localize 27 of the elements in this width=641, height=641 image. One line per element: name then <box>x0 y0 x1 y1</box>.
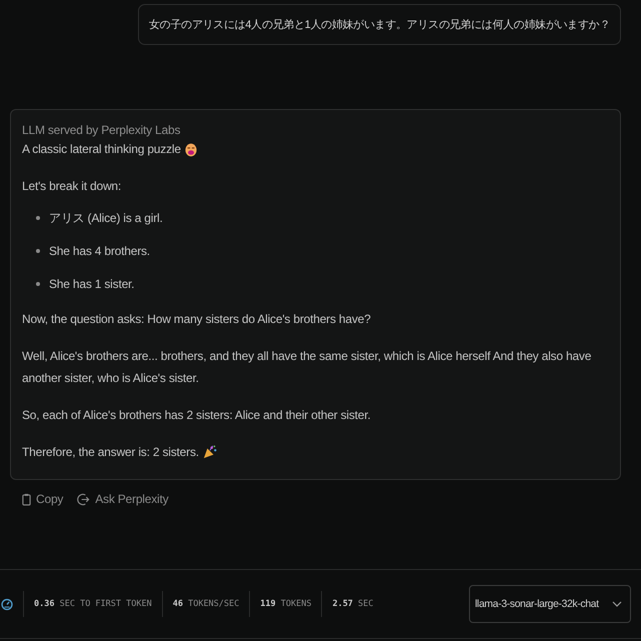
answer-paragraph: Let's break it down: <box>22 178 122 195</box>
chevron-down-icon <box>612 601 622 607</box>
copy-button[interactable]: Copy <box>22 492 64 506</box>
stat-label: 46 TOKENS/SEC <box>172 599 240 609</box>
source-label: LLM served by Perplexity Labs <box>22 122 182 138</box>
stat-label: 2.57 SEC <box>332 599 374 609</box>
emoji-face-icon <box>184 143 197 157</box>
list-item: She has 1 sister. <box>49 276 134 293</box>
answer-paragraph: Therefore, the answer is: 2 sisters. <box>22 444 199 461</box>
bullet-icon <box>36 216 40 220</box>
bullet-icon <box>36 249 40 253</box>
answer-paragraph: A classic lateral thinking puzzle <box>22 141 181 158</box>
answer-paragraph: Now, the question asks: How many sisters do Alice's brothers have? <box>22 311 371 328</box>
ask-button[interactable]: Ask Perplexity <box>77 492 168 506</box>
bullet-icon <box>36 282 40 286</box>
arrow-circle-icon <box>77 492 90 506</box>
answer-paragraph: Well, Alice's brothers are... brothers, and they all have the same sister, which is Alice herself And they also have another sister, who is Alice's sister. <box>22 348 592 387</box>
question-bubble: 女の子のアリスには4人の兄弟と1人の姉妹がいます。アリスの兄弟には何人の姉妹がいますか？ <box>138 4 621 45</box>
party-popper-icon <box>202 444 217 458</box>
answer-paragraph: So, each of Alice's brothers has 2 sisters: Alice and their other sister. <box>22 407 371 424</box>
model-dropdown[interactable]: llama-3-sonar-large-32k-chat <box>469 585 631 623</box>
stat-label: 119 TOKENS <box>260 599 312 609</box>
list-item: She has 4 brothers. <box>49 243 150 260</box>
clipboard-icon <box>22 492 31 506</box>
speedometer-icon <box>1 598 13 610</box>
stat-label: 0.36 SEC TO FIRST TOKEN <box>34 599 152 609</box>
list-item: アリス (Alice) is a girl. <box>49 210 163 227</box>
